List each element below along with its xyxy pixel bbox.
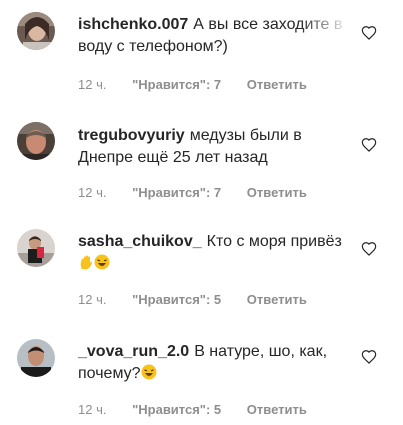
username-link[interactable]: _vova_run_2.0 bbox=[78, 343, 189, 360]
likes-count[interactable]: "Нравится": 7 bbox=[132, 77, 221, 92]
heart-outline-icon[interactable] bbox=[361, 349, 377, 365]
laughing-emoji bbox=[94, 254, 110, 270]
heart-outline-icon[interactable] bbox=[361, 241, 377, 257]
comment-meta: 12 ч. "Нравится": 7 Ответить bbox=[78, 77, 329, 92]
reply-button[interactable]: Ответить bbox=[247, 185, 307, 200]
comment-time[interactable]: 12 ч. bbox=[78, 185, 106, 200]
comment-text-block: sasha_chuikov_ Кто с моря привёз bbox=[78, 231, 343, 275]
comment-text-block: tregubovyuriy медузы были в Днепре ещё 25… bbox=[78, 125, 343, 169]
avatar[interactable] bbox=[17, 122, 55, 160]
comment-meta: 12 ч. "Нравится": 7 Ответить bbox=[78, 185, 329, 200]
comment-text-block: _vova_run_2.0 В натуре, шо, как, почему? bbox=[78, 341, 343, 385]
avatar[interactable] bbox=[17, 339, 55, 377]
comment-item: ishchenko.007 А вы все заходите в воду с … bbox=[0, 0, 403, 100]
avatar[interactable] bbox=[17, 229, 55, 267]
heart-outline-icon[interactable] bbox=[361, 25, 377, 41]
reply-button[interactable]: Ответить bbox=[247, 77, 307, 92]
username-link[interactable]: ishchenko.007 bbox=[78, 16, 188, 33]
comment-meta: 12 ч. "Нравится": 5 Ответить bbox=[78, 402, 329, 417]
likes-count[interactable]: "Нравится": 7 bbox=[132, 185, 221, 200]
comment-item: sasha_chuikov_ Кто с моря привёз 12 ч. "Н… bbox=[0, 205, 403, 315]
likes-count[interactable]: "Нравится": 5 bbox=[132, 402, 221, 417]
username-link[interactable]: tregubovyuriy bbox=[78, 127, 185, 144]
comment-meta: 12 ч. "Нравится": 5 Ответить bbox=[78, 292, 329, 307]
comment-time[interactable]: 12 ч. bbox=[78, 292, 106, 307]
comment-item: tregubovyuriy медузы были в Днепре ещё 25… bbox=[0, 100, 403, 205]
reply-button[interactable]: Ответить bbox=[247, 292, 307, 307]
likes-count[interactable]: "Нравится": 5 bbox=[132, 292, 221, 307]
reply-button[interactable]: Ответить bbox=[247, 402, 307, 417]
comment-time[interactable]: 12 ч. bbox=[78, 402, 106, 417]
username-link[interactable]: sasha_chuikov_ bbox=[78, 233, 202, 250]
hand-emoji bbox=[80, 255, 92, 270]
comment-time[interactable]: 12 ч. bbox=[78, 77, 106, 92]
comment-item: _vova_run_2.0 В натуре, шо, как, почему? … bbox=[0, 315, 403, 425]
text-fade bbox=[300, 8, 360, 34]
laughing-emoji bbox=[141, 364, 157, 380]
avatar[interactable] bbox=[17, 12, 55, 50]
heart-outline-icon[interactable] bbox=[361, 137, 377, 153]
comment-text: Кто с моря привёз bbox=[206, 233, 342, 250]
